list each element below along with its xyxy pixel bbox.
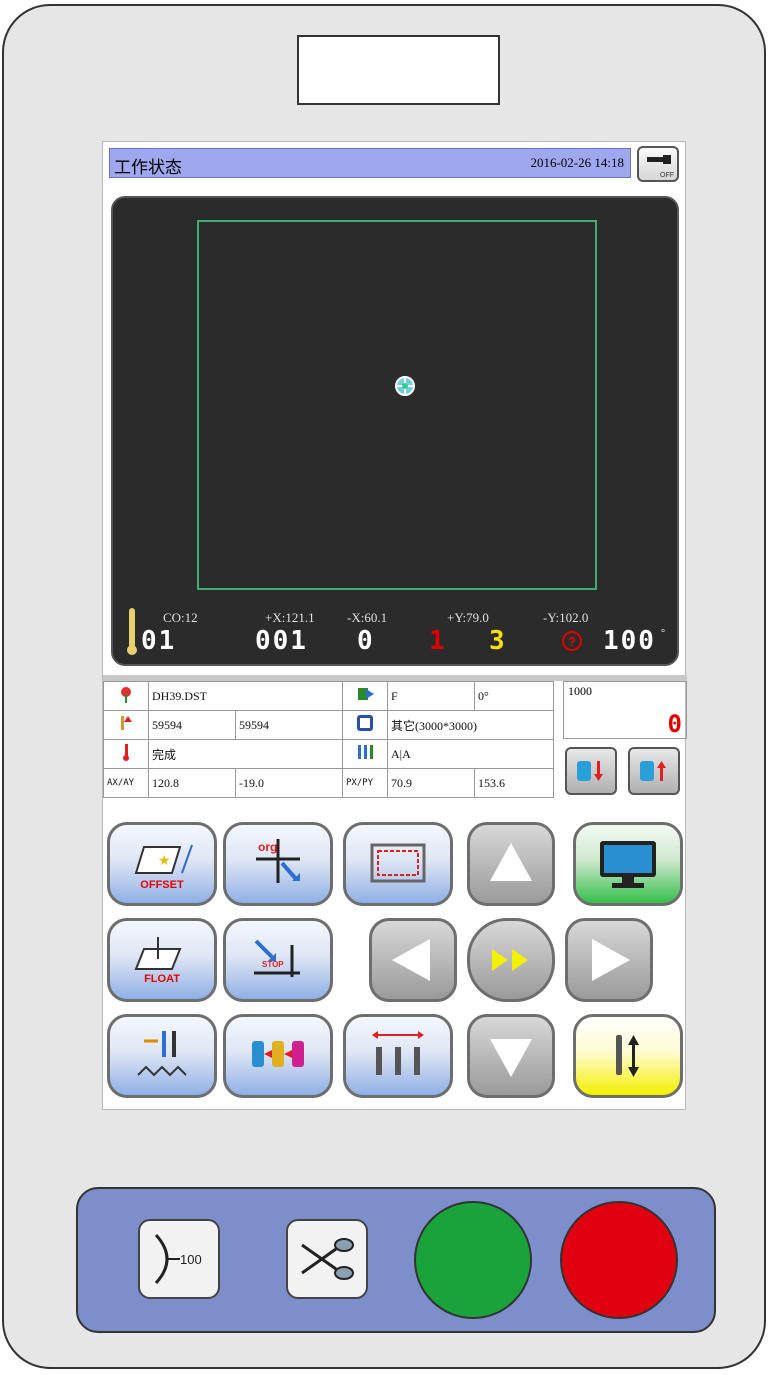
status-text: 完成 (148, 739, 343, 769)
float-button[interactable]: FLOAT (107, 918, 217, 1002)
needle-position-icon (395, 376, 415, 396)
offset-label: OFFSET (140, 879, 184, 891)
datetime: 2016-02-26 14:18 (530, 155, 624, 170)
trim-100-button[interactable]: 100 (138, 1219, 220, 1299)
pxpy-label: PX/PY (342, 768, 388, 798)
speed-up-icon (640, 761, 666, 781)
py-value: 153.6 (474, 768, 554, 798)
speed-box: 1000 0 (563, 681, 687, 739)
red-value: 1 (429, 626, 447, 656)
off-button[interactable]: OFF (637, 146, 679, 182)
stop-button[interactable] (560, 1201, 678, 1319)
float-label: FLOAT (144, 973, 180, 985)
origin-button[interactable]: org (223, 822, 333, 906)
arrow-left-icon (392, 939, 430, 981)
xplus-label: +X:121.1 (265, 610, 315, 625)
stop-label: STOP (262, 960, 284, 969)
ay-value: -19.0 (235, 768, 343, 798)
needle-select-button[interactable] (573, 1014, 683, 1098)
frame-type: 其它(3000*3000) (387, 710, 554, 740)
move-down-button[interactable] (467, 1014, 555, 1098)
needle-change-button[interactable] (107, 1014, 217, 1098)
monitor-button[interactable] (573, 822, 683, 906)
status-needle-icon (123, 744, 129, 761)
offset-button[interactable]: ★ OFFSET (107, 822, 217, 906)
yminus-label: -Y:102.0 (543, 610, 589, 625)
needle-spacing-icon (372, 1031, 424, 1075)
svg-text:?: ? (568, 634, 576, 649)
mode-icon (358, 688, 374, 700)
info-table: DH39.DST F 0° 59594 59594 其它(3000*3000) (103, 681, 554, 798)
monitor-icon (600, 841, 656, 888)
arrow-right-icon (592, 939, 630, 981)
yplus-value: 3 (489, 626, 507, 656)
ax-value: 120.8 (148, 768, 236, 798)
org-label: org (258, 840, 277, 854)
counter-value: 0 (667, 710, 682, 738)
co-label: CO:12 (163, 610, 198, 625)
offset-point-icon: ★ (134, 844, 193, 874)
frame-trace-button[interactable] (343, 822, 453, 906)
speed-up-button[interactable] (628, 747, 680, 795)
head-value: A|A (387, 739, 554, 769)
trim-label: 100 (180, 1252, 202, 1267)
stitch-total: 59594 (148, 710, 236, 740)
frame-boundary (197, 220, 597, 590)
stop-position-button[interactable]: STOP (223, 918, 333, 1002)
xplus-value: 001 (255, 626, 308, 656)
stitch-current: 59594 (235, 710, 343, 740)
xminus-value: 0 (357, 626, 375, 656)
off-label: OFF (660, 172, 674, 179)
needle-select-icon (616, 1035, 639, 1077)
trim-arc-icon: 100 (154, 1233, 202, 1285)
speed-down-button[interactable] (565, 747, 617, 795)
arrow-down-icon (490, 1039, 532, 1077)
mode-value: F (387, 681, 475, 711)
return-origin-icon: org (256, 839, 300, 883)
file-name: DH39.DST (148, 681, 343, 711)
power-off-icon (647, 155, 671, 164)
frame-trace-icon (370, 843, 426, 883)
color-change-button[interactable] (223, 1014, 333, 1098)
fast-forward-icon (492, 949, 528, 971)
xminus-label: -X:60.1 (347, 610, 388, 625)
frame-type-icon (357, 715, 373, 731)
thread-spools-icon (252, 1041, 304, 1067)
speed-setting: 1000 (568, 684, 592, 698)
svg-text:★: ★ (158, 853, 171, 869)
top-label-slot (297, 35, 500, 105)
help-icon[interactable]: ? (561, 630, 583, 652)
scissors-icon (301, 1238, 354, 1280)
title-bar: 工作状态 2016-02-26 14:18 (109, 148, 631, 178)
needle-spacing-button[interactable] (343, 1014, 453, 1098)
needle-stitch-icon (137, 1031, 187, 1077)
cut-thread-button[interactable] (286, 1219, 368, 1299)
speed-percent: 100 (603, 626, 656, 656)
yplus-label: +Y:79.0 (447, 610, 489, 625)
control-panel: 100 (76, 1187, 716, 1333)
stitch-count-icon (121, 716, 132, 730)
design-preview[interactable]: CO:12 01 +X:121.1 001 -X:60.1 0 1 +Y:79.… (111, 196, 679, 666)
page-title: 工作状态 (114, 158, 182, 177)
stop-position-icon: STOP (254, 939, 300, 977)
flower-design-icon (121, 687, 131, 703)
move-left-button[interactable] (369, 918, 457, 1002)
px-value: 70.9 (387, 768, 475, 798)
lcd-screen: 工作状态 2016-02-26 14:18 OFF CO:12 01 +X:12… (102, 141, 687, 1110)
needle-value: 01 (141, 626, 177, 656)
speed-down-icon (577, 761, 603, 781)
start-button[interactable] (414, 1201, 532, 1319)
axay-label: AX/AY (103, 768, 149, 798)
float-frame-icon (134, 937, 182, 970)
move-up-button[interactable] (467, 822, 555, 906)
head-select-icon (358, 745, 373, 759)
info-panel: DH39.DST F 0° 59594 59594 其它(3000*3000) (103, 675, 687, 807)
move-right-button[interactable] (565, 918, 653, 1002)
angle-value: 0° (474, 681, 554, 711)
arrow-up-icon (490, 843, 532, 881)
needle-icon (127, 608, 137, 655)
fast-move-button[interactable] (467, 918, 555, 1002)
